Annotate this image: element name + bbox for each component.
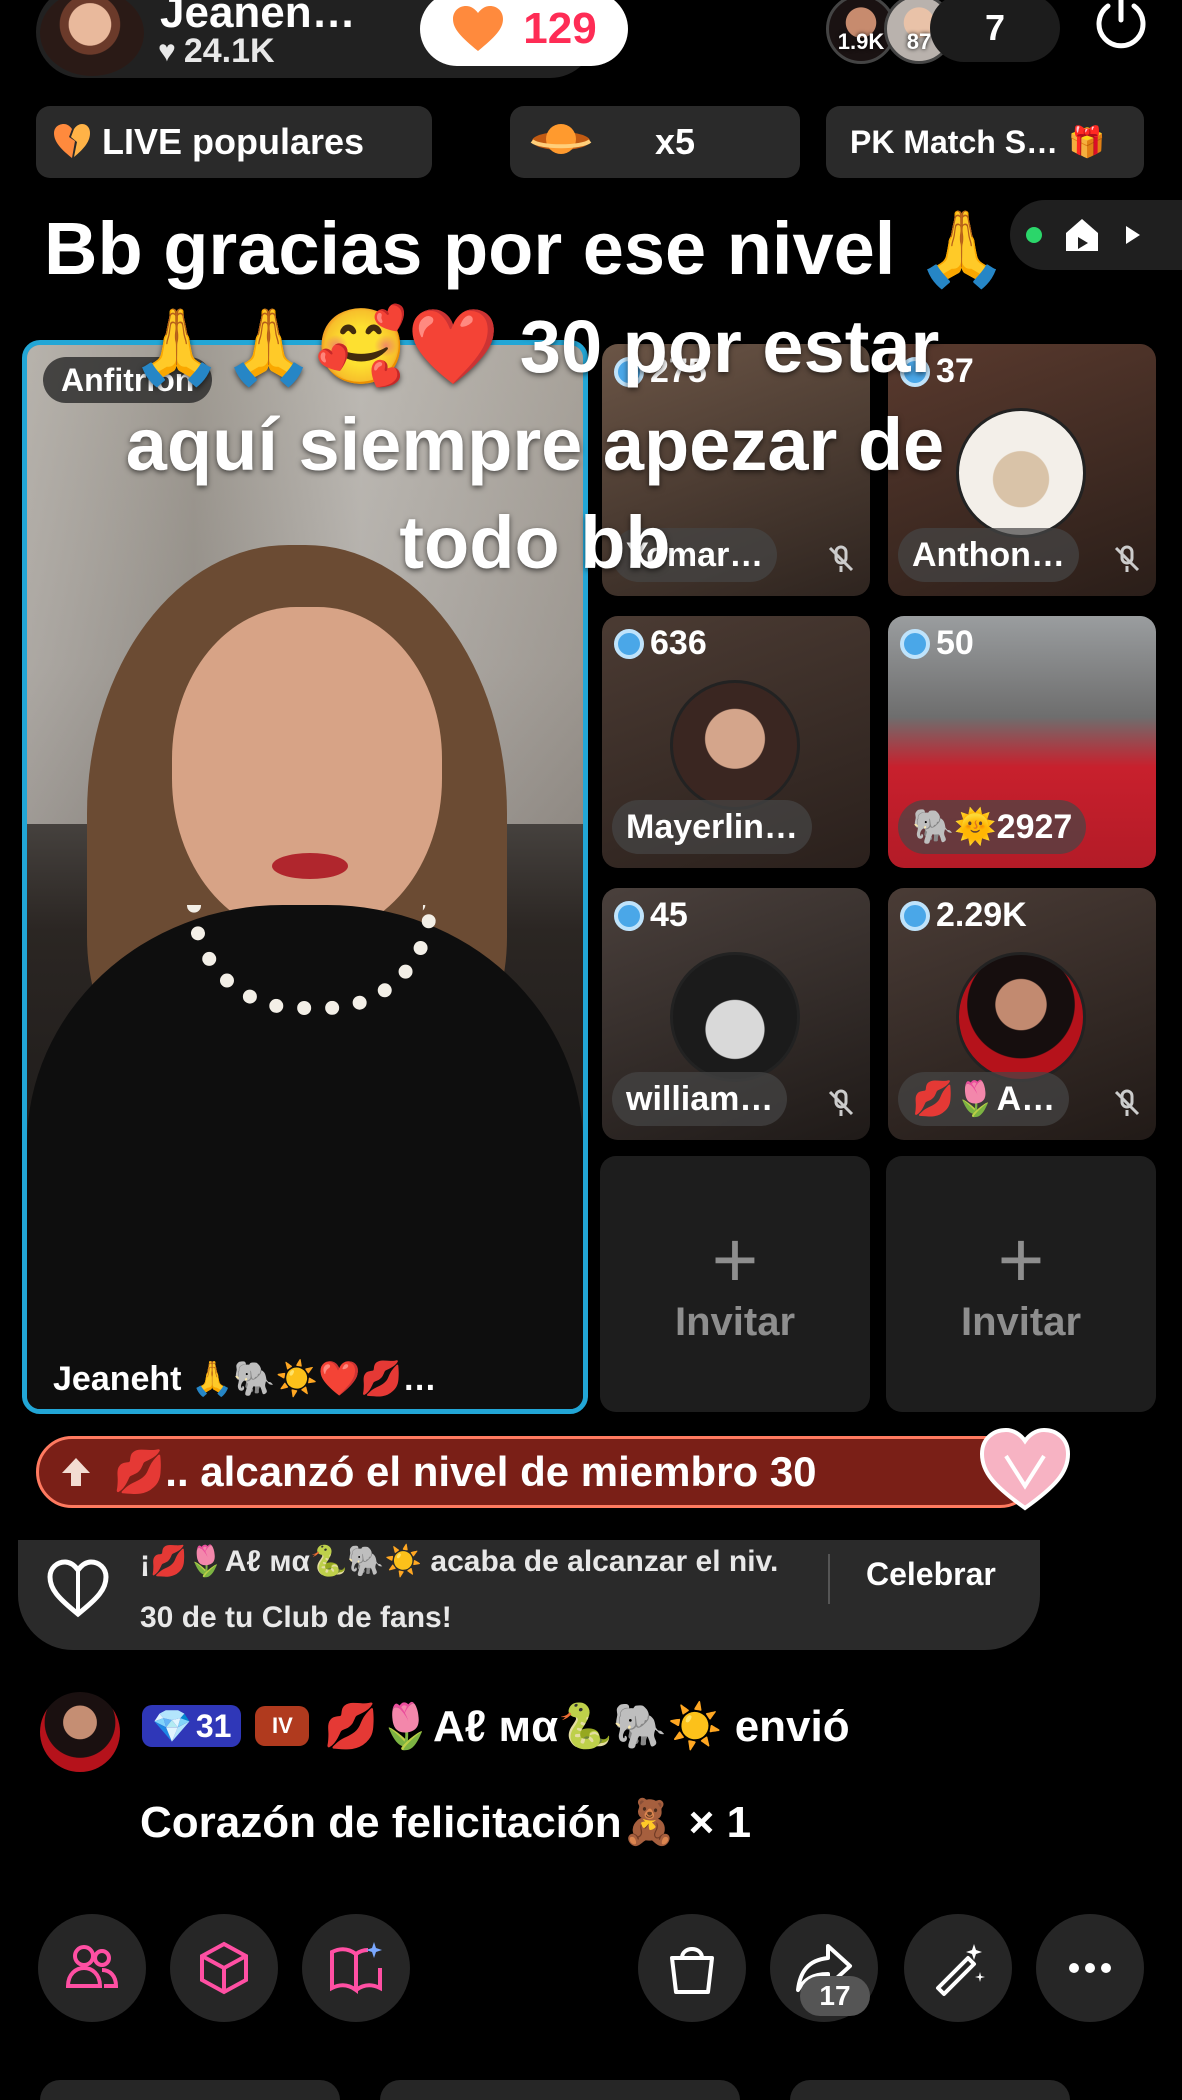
more-button[interactable] <box>1036 1914 1144 2022</box>
host-face <box>172 607 442 937</box>
bottom-strip-right <box>790 2080 1070 2100</box>
score-icon <box>900 356 930 387</box>
play-arrow-icon[interactable] <box>1122 224 1144 246</box>
celebrate-button[interactable]: Celebrar <box>866 1556 996 1593</box>
mic-muted-icon <box>828 545 854 572</box>
plus-icon: + <box>711 1215 759 1304</box>
fan-club-message: ¡💋🌷Aℓ мα🐍🐘☀️ acaba de alcanzar el niv. 3… <box>140 1545 779 1634</box>
heart-gem-icon <box>979 1427 1071 1511</box>
guest-name: 🐘🌞2927 <box>898 800 1087 854</box>
cube-icon <box>200 1941 248 1995</box>
score-icon <box>614 628 644 659</box>
mini-stream-control[interactable] <box>1010 200 1182 270</box>
guest-score: 50 <box>936 624 974 662</box>
pk-match-label: PK Match S… <box>850 123 1059 160</box>
level-banner-text: 💋.. alcanzó el nivel de miembro 30 <box>113 1447 817 1495</box>
enhance-button[interactable] <box>904 1914 1012 2022</box>
score-icon <box>614 900 644 931</box>
score-icon <box>614 356 644 387</box>
guest-avatar <box>956 952 1086 1082</box>
broken-heart-icon <box>54 124 90 158</box>
guest-avatar <box>670 680 800 810</box>
effects-button[interactable] <box>170 1914 278 2022</box>
plus-icon: + <box>997 1215 1045 1304</box>
mic-muted-icon <box>1114 545 1140 572</box>
guest-avatar <box>670 952 800 1082</box>
host-likes: ♥ 24.1K <box>158 32 275 71</box>
live-popular-chip[interactable]: LIVE populares <box>36 106 432 178</box>
stories-button[interactable] <box>302 1914 410 2022</box>
divider <box>828 1554 830 1604</box>
more-icon <box>1069 1963 1111 1973</box>
guest-tile-2[interactable]: 37 Anthon… <box>888 344 1156 596</box>
magic-wand-icon <box>936 1944 985 1996</box>
guest-name: Mayerlin… <box>612 800 812 854</box>
guest-score: 2.29K <box>936 896 1027 934</box>
level-badge: 💎 31 <box>142 1705 242 1747</box>
gift-box-icon: 🎁 <box>1068 125 1106 159</box>
home-icon[interactable] <box>1062 215 1102 255</box>
gift-sender-line: 💎 31 IV 💋🌷Aℓ мα🐍🐘☀️ envió <box>142 1700 850 1752</box>
score-icon <box>900 900 930 931</box>
mic-muted-icon <box>828 1089 854 1116</box>
guest-tile-1[interactable]: 275 Yomar… <box>602 344 870 596</box>
guest-tile-6[interactable]: 2.29K 💋🌷A… <box>888 888 1156 1140</box>
live-popular-label: LIVE populares <box>102 121 365 162</box>
host-likes-count: 24.1K <box>183 32 275 70</box>
guest-name: 💋🌷A… <box>898 1072 1070 1126</box>
diamond-icon: 💎 <box>152 1708 192 1744</box>
host-tile-name: Jeaneht 🙏🐘☀️❤️💋… <box>53 1360 437 1398</box>
guest-name: Anthon… <box>898 528 1079 582</box>
caption-line-1: Bb gracias por ese nivel 🙏 <box>44 207 1009 290</box>
host-role-badge: Anfitrión <box>43 357 213 403</box>
up-arrow-icon <box>62 1458 90 1486</box>
guest-score: 45 <box>650 896 688 934</box>
fan-level-badge: IV <box>255 1706 310 1746</box>
invite-label: Invitar <box>674 1300 796 1344</box>
live-status-dot <box>1026 227 1042 243</box>
gift-name-line: Corazón de felicitación🧸 × 1 <box>140 1798 752 1847</box>
guest-name: Yomar… <box>612 528 778 582</box>
host-video-tile[interactable]: Anfitrión Jeaneht 🙏🐘☀️❤️💋… <box>22 340 588 1414</box>
guest-avatar <box>956 408 1086 538</box>
guest-name: william… <box>612 1072 788 1126</box>
shopping-bag-icon <box>670 1947 714 1994</box>
shop-button[interactable] <box>638 1914 746 2022</box>
share-count: 17 <box>800 1976 870 2016</box>
heart-outline-icon <box>47 1559 109 1618</box>
invite-slot-1[interactable]: + Invitar <box>600 1156 870 1412</box>
orange-heart-icon <box>453 6 504 51</box>
follow-count: 129 <box>523 4 597 53</box>
viewer-count[interactable]: 7 <box>930 0 1060 62</box>
bottom-strip-left <box>40 2080 340 2100</box>
multiplier-label: x5 <box>654 121 696 162</box>
score-icon <box>900 628 930 659</box>
guests-button[interactable] <box>38 1914 146 2022</box>
guest-score: 636 <box>650 624 707 662</box>
guest-tile-4[interactable]: 50 🐘🌞2927 <box>888 616 1156 868</box>
guest-score: 37 <box>936 352 974 390</box>
host-lips <box>272 853 348 879</box>
guest-tile-3[interactable]: 636 Mayerlin… <box>602 616 870 868</box>
follow-button[interactable]: 129 <box>420 0 628 66</box>
mic-muted-icon <box>1114 1089 1140 1116</box>
invite-slot-2[interactable]: + Invitar <box>886 1156 1156 1412</box>
sender-text: 💋🌷Aℓ мα🐍🐘☀️ envió <box>323 1702 850 1751</box>
pk-match-chip[interactable]: PK Match S… 🎁 <box>826 106 1144 178</box>
sender-avatar[interactable] <box>40 1692 120 1772</box>
guest-tile-5[interactable]: 45 william… <box>602 888 870 1140</box>
level-up-banner: 💋.. alcanzó el nivel de miembro 30 <box>36 1436 1036 1508</box>
bottom-strip-middle <box>380 2080 740 2100</box>
heart-icon: ♥ <box>158 34 176 68</box>
guest-score: 275 <box>650 352 707 390</box>
book-sparkle-icon <box>330 1942 382 1994</box>
fan-club-card: ¡💋🌷Aℓ мα🐍🐘☀️ acaba de alcanzar el niv. 3… <box>18 1540 1040 1650</box>
invite-label: Invitar <box>960 1300 1082 1344</box>
power-icon[interactable] <box>1090 0 1152 54</box>
level-number: 31 <box>195 1708 232 1744</box>
people-icon <box>65 1945 119 1988</box>
multiplier-chip[interactable]: x5 <box>510 106 800 178</box>
